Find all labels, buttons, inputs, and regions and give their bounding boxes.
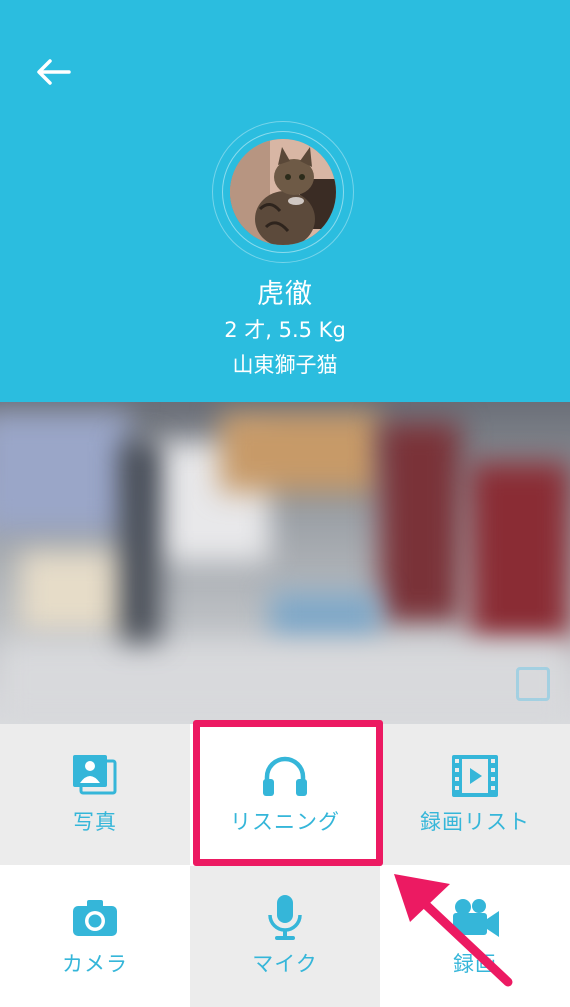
pet-avatar[interactable] <box>230 139 336 245</box>
listening-label: リスニング <box>230 810 340 834</box>
back-button[interactable] <box>30 52 76 92</box>
video-camera-icon <box>449 896 501 940</box>
pet-profile-header: 虎徹 2 才, 5.5 Kg 山東獅子猫 <box>0 0 570 402</box>
pet-name: 虎徹 <box>257 279 313 310</box>
mic-button[interactable]: マイク <box>190 866 380 1007</box>
record-label: 録画 <box>453 952 497 976</box>
photo-label: 写真 <box>73 810 117 834</box>
headphones-icon <box>261 754 309 798</box>
arrow-left-icon <box>37 59 71 85</box>
live-camera-view[interactable] <box>0 402 570 724</box>
camera-button[interactable]: カメラ <box>0 866 190 1007</box>
recording-list-button[interactable]: 録画リスト <box>380 724 570 865</box>
recording-list-label: 録画リスト <box>420 810 530 834</box>
control-grid: 写真 リスニング 録画リスト カメラ マイク 録画 <box>0 724 570 1007</box>
mic-label: マイク <box>252 952 318 976</box>
pet-breed: 山東獅子猫 <box>232 353 338 377</box>
pet-age-weight: 2 才, 5.5 Kg <box>224 318 346 342</box>
fullscreen-toggle[interactable] <box>516 667 550 701</box>
listening-button[interactable]: リスニング <box>190 724 380 865</box>
camera-icon <box>71 896 119 940</box>
photo-button[interactable]: 写真 <box>0 724 190 865</box>
cat-photo <box>230 139 336 245</box>
microphone-icon <box>265 895 305 940</box>
photo-album-icon <box>71 754 119 798</box>
film-strip-icon <box>452 754 498 798</box>
record-button[interactable]: 録画 <box>380 866 570 1007</box>
camera-label: カメラ <box>62 952 128 976</box>
